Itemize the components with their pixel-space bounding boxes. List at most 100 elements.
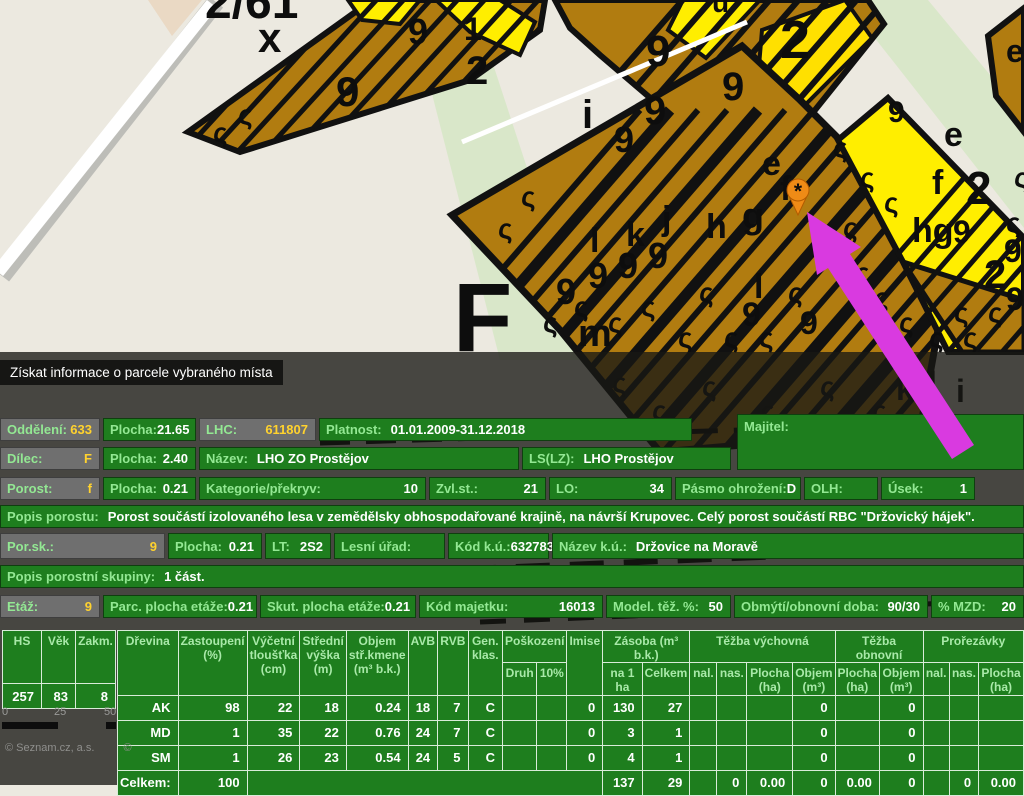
species-table: Dřevina Zastoupení(%) Výčetnítloušťka(cm… xyxy=(117,630,1024,796)
parcel-label: e xyxy=(762,145,781,183)
map-attribution: © Seznam.cz, a.s. © xyxy=(5,742,132,754)
field-platnost: Platnost: 01.01.2009-31.12.2018 xyxy=(319,418,692,441)
hatch-glyph: ς xyxy=(641,291,656,322)
parcel-label: 9 xyxy=(888,96,905,129)
field-kod-ku: Kód k.ú.: 632783 xyxy=(448,533,549,559)
hatch-glyph: ς xyxy=(724,322,739,353)
col-header-zakm: Zakm. xyxy=(76,631,116,684)
field-value: 2S2 xyxy=(300,539,330,554)
col-header-avb: AVB xyxy=(408,631,438,696)
hatch-glyph: ς xyxy=(238,99,253,130)
parcel-label: e xyxy=(1006,33,1024,69)
field-plocha-porsk: Plocha: 0.21 xyxy=(168,533,262,559)
field-label: Plocha: xyxy=(104,481,157,496)
field-label: Zvl.st.: xyxy=(430,481,478,496)
species-cell: 0.00 xyxy=(835,770,879,795)
field-value: 0.21 xyxy=(385,599,417,614)
parcel-label: 9 xyxy=(618,245,638,286)
field-label: Por.sk.: xyxy=(1,539,54,554)
species-cell: 0 xyxy=(793,745,835,770)
hatch-glyph: ς xyxy=(833,132,848,163)
col-header-objem-vych: Objem(m³) xyxy=(793,663,835,695)
field-kod-majetku: Kód majetku: 16013 xyxy=(419,595,603,618)
parcel-label: hg xyxy=(912,212,954,250)
field-label: OLH: xyxy=(805,481,843,496)
map-tooltip: Získat informace o parcele vybraného mís… xyxy=(0,360,283,385)
field-lt: LT: 2S2 xyxy=(265,533,331,559)
species-cell: 29 xyxy=(642,770,690,795)
species-cell: 137 xyxy=(603,770,642,795)
species-cell xyxy=(690,720,717,745)
col-header-nas: nas. xyxy=(717,663,747,695)
field-parc-plocha: Parc. plocha etáže: 0.21 xyxy=(103,595,257,618)
hatch-glyph: ς xyxy=(855,257,870,288)
species-cell xyxy=(717,720,747,745)
col-header-objem: Objemstř.kmene(m³ b.k.) xyxy=(346,631,408,696)
field-lhc: LHC: 611807 xyxy=(199,418,316,441)
field-obmyti: Obmýtí/obnovní doba: 90/30 xyxy=(734,595,928,618)
col-header-nal-pror: nal. xyxy=(923,663,949,695)
field-label: Oddělení: xyxy=(1,422,67,437)
attribution-badge: © xyxy=(123,742,131,754)
field-popis-porostu: Popis porostu: Porost součástí izolované… xyxy=(0,505,1024,528)
field-label: LHC: xyxy=(200,422,237,437)
field-label: Plocha: xyxy=(169,539,222,554)
species-cell: 0.24 xyxy=(346,695,408,720)
field-value: 20 xyxy=(1002,599,1023,614)
parcel-label: 9 xyxy=(1004,233,1022,269)
field-label: Název k.ú.: xyxy=(553,539,627,554)
species-cell xyxy=(835,720,879,745)
col-header-rvb: RVB xyxy=(438,631,468,696)
field-usek: Úsek: 1 xyxy=(881,477,975,500)
species-cell: 27 xyxy=(642,695,690,720)
field-value: f xyxy=(88,481,99,496)
species-total-row: Celkem:1001372900.0000.00000.00 xyxy=(118,770,1024,795)
scale-tick: 25 xyxy=(54,706,66,718)
hatch-glyph: ς xyxy=(213,117,228,148)
field-plocha-porost: Plocha: 0.21 xyxy=(103,477,196,500)
col-group-zasoba: Zásoba (m³ b.k.) xyxy=(603,631,690,663)
species-cell xyxy=(690,695,717,720)
hatch-glyph: ς xyxy=(1014,162,1024,193)
parcel-label: 9 xyxy=(742,296,761,334)
species-cell xyxy=(949,720,978,745)
species-cell xyxy=(747,695,793,720)
parcel-label: 2 xyxy=(966,162,992,214)
field-value: LHO ZO Prostějov xyxy=(257,451,369,466)
parcel-label: 9 xyxy=(556,271,576,312)
parcel-label: 9 xyxy=(953,214,971,250)
field-label: Platnost: xyxy=(320,422,382,437)
species-cell xyxy=(247,770,603,795)
col-header-celkem: Celkem xyxy=(642,663,690,695)
species-cell: 0 xyxy=(793,770,835,795)
species-cell: 24 xyxy=(408,745,438,770)
field-label: Majitel: xyxy=(738,419,789,434)
species-cell: 1 xyxy=(642,745,690,770)
species-cell xyxy=(537,720,567,745)
species-cell xyxy=(835,695,879,720)
field-label: Kód majetku: xyxy=(420,599,508,614)
field-value: 633 xyxy=(70,422,99,437)
species-cell xyxy=(537,745,567,770)
field-value: 1 xyxy=(960,481,974,496)
col-header-vycetni: Výčetnítloušťka(cm) xyxy=(247,631,300,696)
col-header-imise: Imise xyxy=(567,631,603,696)
parcel-label: 2 xyxy=(780,10,810,70)
col-header-druh: Druh xyxy=(503,663,537,695)
species-cell: 0 xyxy=(567,695,603,720)
species-row: SM126230.54245C04100 xyxy=(118,745,1024,770)
field-value: 01.01.2009-31.12.2018 xyxy=(391,422,525,437)
parcel-label: 9 xyxy=(408,11,428,52)
field-label: Plocha: xyxy=(104,422,157,437)
species-cell: 0 xyxy=(717,770,747,795)
field-lo: LO: 34 xyxy=(549,477,672,500)
hatch-glyph: ς xyxy=(678,322,693,353)
hatch-glyph: ς xyxy=(521,181,536,212)
hatch-glyph: ς xyxy=(860,162,875,193)
col-header-vek: Věk xyxy=(42,631,76,684)
species-cell: 23 xyxy=(300,745,347,770)
field-label: Skut. plocha etáže: xyxy=(261,599,385,614)
species-cell xyxy=(949,745,978,770)
hatch-glyph: ς xyxy=(699,277,714,308)
scale-tick: 0 xyxy=(2,706,8,718)
